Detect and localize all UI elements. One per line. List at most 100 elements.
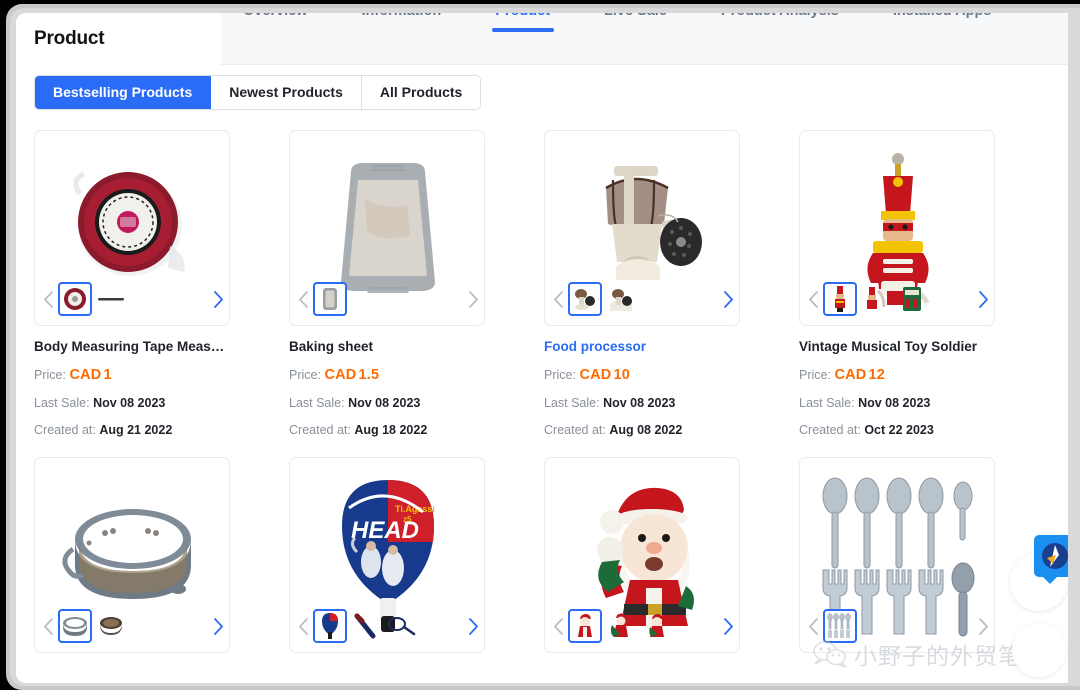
gallery-next-icon[interactable] — [465, 611, 481, 641]
price-value: 12 — [868, 367, 885, 383]
currency-code: CAD — [69, 367, 102, 383]
product-card[interactable]: Baking sheet Price: CAD 1.5 Last Sale: No… — [289, 130, 485, 437]
gallery-prev-icon[interactable] — [550, 284, 566, 314]
tab-live-sale[interactable]: Live Sale — [577, 13, 694, 26]
product-last-sale-row: Last Sale: Nov 08 2023 — [34, 396, 230, 410]
gallery-prev-icon[interactable] — [295, 611, 311, 641]
gallery-thumb-1[interactable] — [94, 609, 128, 643]
tab-product-label: Product — [495, 13, 550, 19]
product-gallery — [35, 606, 229, 646]
currency-code: CAD — [579, 367, 612, 383]
gallery-thumb-2[interactable] — [640, 609, 674, 643]
gallery-next-icon[interactable] — [975, 284, 991, 314]
gallery-thumb-0[interactable] — [58, 609, 92, 643]
product-image-box: Ti.Agassi z5 HEAD — [289, 457, 485, 653]
product-price: CAD 1.5 — [324, 367, 379, 383]
gallery-prev-icon[interactable] — [40, 611, 56, 641]
chat-bubble-icon[interactable] — [1034, 535, 1068, 584]
product-gallery — [545, 606, 739, 646]
gallery-thumb-1[interactable] — [349, 609, 383, 643]
last-sale-label: Last Sale: — [289, 396, 345, 410]
product-grid: Body Measuring Tape Meas… Price: CAD 1 La… — [34, 130, 1050, 653]
product-price: CAD 12 — [834, 367, 885, 383]
product-created-row: Created at: Aug 18 2022 — [289, 423, 485, 437]
product-gallery — [290, 606, 484, 646]
price-value: 1.5 — [358, 367, 380, 383]
product-card[interactable] — [544, 457, 740, 653]
filter-newest-products[interactable]: Newest Products — [211, 76, 362, 109]
product-title[interactable]: Vintage Musical Toy Soldier — [799, 339, 995, 354]
gallery-prev-icon[interactable] — [805, 611, 821, 641]
tab-information[interactable]: Information — [335, 13, 469, 26]
gallery-thumb-1[interactable] — [604, 282, 638, 316]
chat-widget-secondary[interactable] — [1012, 623, 1066, 677]
product-price: CAD 10 — [579, 367, 630, 383]
gallery-thumbs — [566, 281, 720, 317]
gallery-thumb-1[interactable] — [859, 282, 893, 316]
gallery-prev-icon[interactable] — [805, 284, 821, 314]
created-at-label: Created at: — [544, 423, 606, 437]
tab-live-sale-label: Live Sale — [604, 13, 667, 19]
page-title: Product — [34, 28, 105, 49]
gallery-thumb-0[interactable] — [58, 282, 92, 316]
currency-code: CAD — [324, 367, 357, 383]
created-at-label: Created at: — [799, 423, 861, 437]
gallery-thumb-1[interactable] — [604, 609, 638, 643]
filter-bestselling-products[interactable]: Bestselling Products — [35, 76, 212, 109]
product-card[interactable]: Food processor Price: CAD 10 Last Sale: N… — [544, 130, 740, 437]
product-image-box — [799, 457, 995, 653]
product-last-sale-row: Last Sale: Nov 08 2023 — [799, 396, 995, 410]
last-sale-value: Nov 08 2023 — [93, 396, 166, 410]
gallery-next-icon[interactable] — [210, 284, 226, 314]
gallery-next-icon[interactable] — [210, 611, 226, 641]
gallery-thumb-0[interactable] — [313, 609, 347, 643]
product-last-sale-row: Last Sale: Nov 08 2023 — [289, 396, 485, 410]
product-image-box — [289, 130, 485, 326]
gallery-prev-icon[interactable] — [295, 284, 311, 314]
gallery-thumb-0[interactable] — [568, 609, 602, 643]
gallery-thumb-0[interactable] — [823, 282, 857, 316]
product-title[interactable]: Food processor — [544, 339, 740, 354]
product-card[interactable] — [799, 457, 995, 653]
product-price-row: Price: CAD 10 — [544, 367, 740, 383]
tab-installed-apps[interactable]: Installed Apps — [866, 13, 1019, 26]
currency-code: CAD — [834, 367, 867, 383]
tab-product-analysis-label: Product Analysis — [721, 13, 839, 19]
gallery-prev-icon[interactable] — [550, 611, 566, 641]
gallery-thumb-2[interactable] — [385, 609, 419, 643]
created-at-value: Aug 18 2022 — [354, 423, 428, 437]
gallery-next-icon[interactable] — [720, 284, 736, 314]
page-header: Product — [16, 13, 221, 65]
gallery-next-icon[interactable] — [720, 611, 736, 641]
gallery-next-icon[interactable] — [975, 611, 991, 641]
product-card[interactable]: Vintage Musical Toy Soldier Price: CAD 12… — [799, 130, 995, 437]
price-value: 10 — [613, 367, 630, 383]
browser-window: Overview Information Product Live Sale P… — [16, 13, 1068, 683]
price-label: Price: — [34, 368, 66, 382]
gallery-thumb-2[interactable] — [895, 282, 929, 316]
product-card[interactable]: Body Measuring Tape Meas… Price: CAD 1 La… — [34, 130, 230, 437]
tab-product-analysis[interactable]: Product Analysis — [694, 13, 866, 26]
product-card[interactable] — [34, 457, 230, 653]
gallery-thumb-1[interactable] — [94, 282, 128, 316]
product-gallery — [800, 606, 994, 646]
tab-product[interactable]: Product — [468, 13, 577, 26]
created-at-value: Aug 21 2022 — [99, 423, 173, 437]
gallery-thumbs — [311, 281, 465, 317]
product-title[interactable]: Baking sheet — [289, 339, 485, 354]
tab-overview[interactable]: Overview — [216, 13, 335, 26]
product-image-box — [34, 130, 230, 326]
gallery-thumbs — [56, 608, 210, 644]
created-at-value: Oct 22 2023 — [864, 423, 934, 437]
gallery-thumb-0[interactable] — [568, 282, 602, 316]
gallery-prev-icon[interactable] — [40, 284, 56, 314]
gallery-next-icon[interactable] — [465, 284, 481, 314]
gallery-thumb-0[interactable] — [823, 609, 857, 643]
gallery-thumbs — [311, 608, 465, 644]
product-price-row: Price: CAD 12 — [799, 367, 995, 383]
product-title[interactable]: Body Measuring Tape Meas… — [34, 339, 230, 354]
product-card[interactable]: Ti.Agassi z5 HEAD — [289, 457, 485, 653]
filter-all-products[interactable]: All Products — [361, 76, 481, 109]
last-sale-value: Nov 08 2023 — [858, 396, 931, 410]
gallery-thumb-0[interactable] — [313, 282, 347, 316]
